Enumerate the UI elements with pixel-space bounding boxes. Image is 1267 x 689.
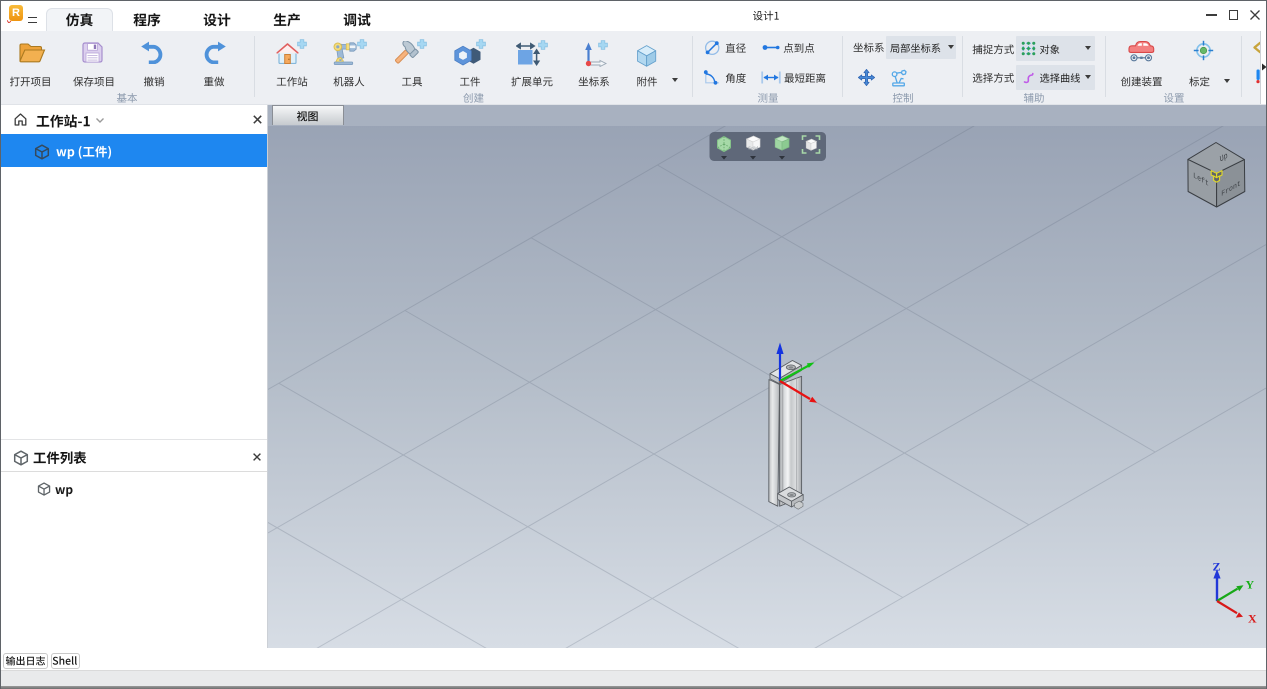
svg-text:Solid: Solid (748, 146, 759, 151)
svg-text:Y: Y (1246, 578, 1255, 592)
svg-text:Z: Z (1213, 560, 1221, 574)
svg-text:X: X (1248, 612, 1257, 626)
